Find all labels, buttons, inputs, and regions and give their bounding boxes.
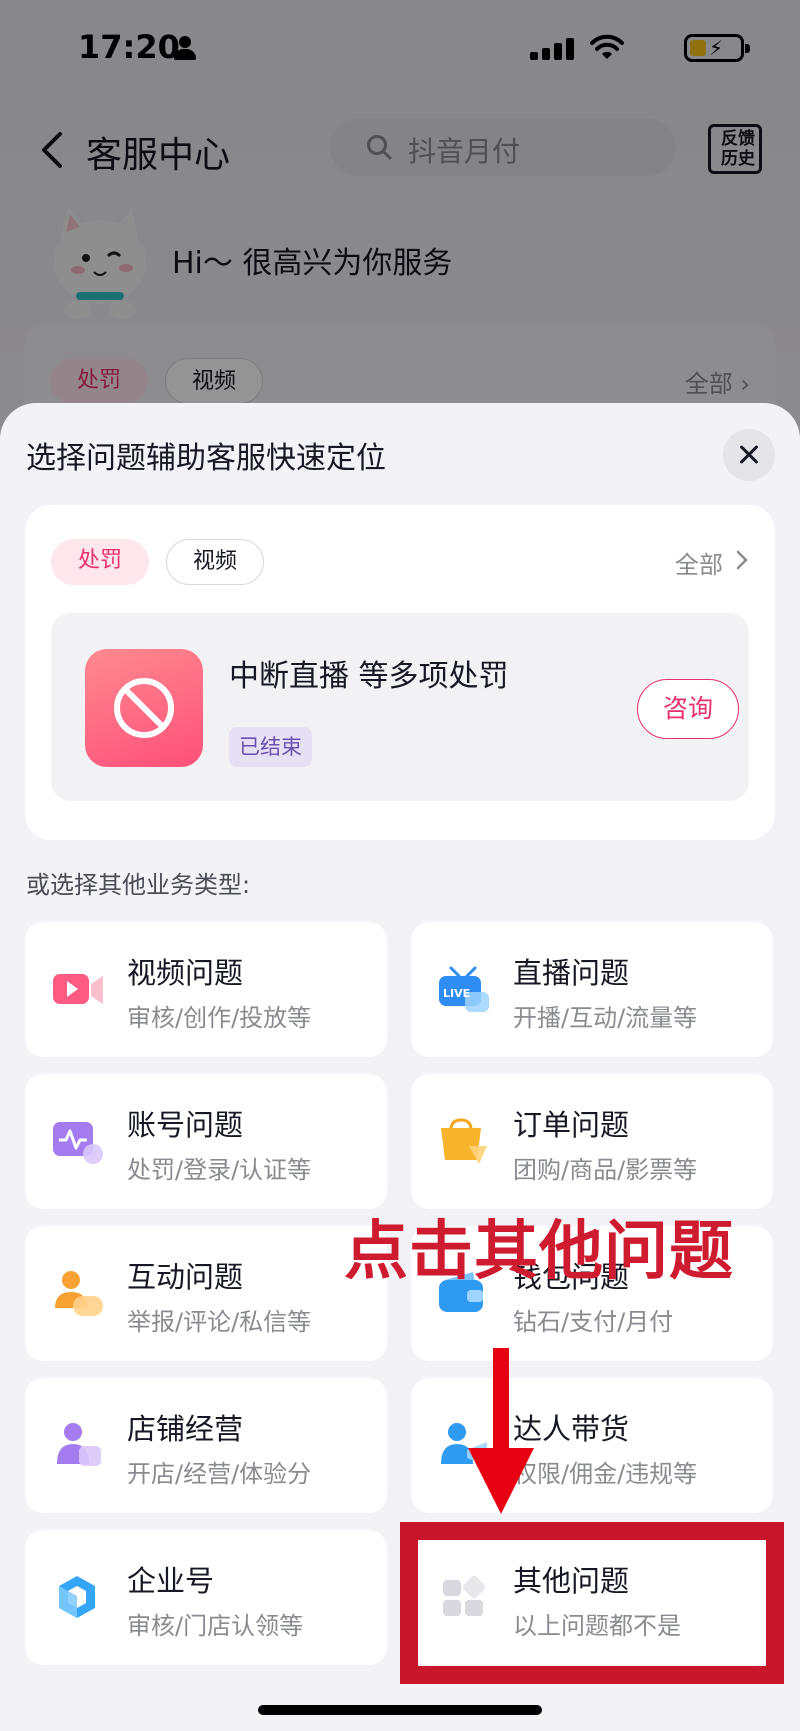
category-live[interactable]: LIVE 直播问题 开播/互动/流量等 — [411, 922, 773, 1057]
other-types-label: 或选择其他业务类型: — [26, 871, 251, 899]
category-title: 直播问题 — [513, 956, 630, 990]
close-button[interactable] — [723, 429, 775, 481]
interaction-icon — [55, 1271, 103, 1316]
annotation-text: 点击其他问题 — [344, 1215, 734, 1289]
live-icon: LIVE — [439, 966, 489, 1012]
category-title: 店铺经营 — [127, 1412, 244, 1446]
category-subtitle: 开店/经营/体验分 — [127, 1460, 312, 1488]
category-title: 订单问题 — [513, 1108, 630, 1142]
chip-video[interactable]: 视频 — [166, 539, 264, 585]
category-subtitle: 审核/门店认领等 — [127, 1612, 304, 1640]
category-subtitle: 开播/互动/流量等 — [513, 1004, 698, 1032]
chevron-right-icon[interactable] — [735, 549, 749, 571]
punish-card: 处罚 视频 全部 中断直播 等多项处罚 已结束 咨询 — [25, 505, 775, 840]
home-indicator — [258, 1705, 542, 1715]
account-icon — [53, 1122, 103, 1164]
category-subtitle: 举报/评论/私信等 — [127, 1308, 312, 1336]
category-title: 账号问题 — [127, 1108, 244, 1142]
category-account[interactable]: 账号问题 处罚/登录/认证等 — [25, 1074, 387, 1209]
category-store[interactable]: 店铺经营 开店/经营/体验分 — [25, 1378, 387, 1513]
annotation-highlight-box — [400, 1522, 784, 1684]
punish-item-title: 中断直播 等多项处罚 — [229, 659, 509, 694]
category-interaction[interactable]: 互动问题 举报/评论/私信等 — [25, 1226, 387, 1361]
consult-button[interactable]: 咨询 — [637, 679, 739, 739]
ban-icon — [85, 649, 203, 767]
category-subtitle: 处罚/登录/认证等 — [127, 1156, 312, 1184]
category-subtitle: 权限/佣金/违规等 — [513, 1460, 698, 1488]
status-badge: 已结束 — [229, 727, 312, 767]
sheet-title: 选择问题辅助客服快速定位 — [26, 441, 386, 476]
category-title: 企业号 — [127, 1564, 215, 1598]
store-icon — [57, 1423, 101, 1466]
category-video[interactable]: 视频问题 审核/创作/投放等 — [25, 922, 387, 1057]
category-subtitle: 审核/创作/投放等 — [127, 1004, 312, 1032]
shopping-bag-icon — [441, 1118, 487, 1164]
category-title: 互动问题 — [127, 1260, 244, 1294]
video-icon — [53, 974, 103, 1004]
svg-text:LIVE: LIVE — [443, 987, 470, 1000]
punish-item[interactable]: 中断直播 等多项处罚 已结束 咨询 — [51, 613, 749, 801]
all-link[interactable]: 全部 — [675, 545, 723, 580]
annotation-arrow-icon — [468, 1348, 534, 1514]
category-subtitle: 团购/商品/影票等 — [513, 1156, 698, 1184]
category-title: 视频问题 — [127, 956, 244, 990]
category-order[interactable]: 订单问题 团购/商品/影票等 — [411, 1074, 773, 1209]
enterprise-icon — [59, 1576, 95, 1618]
category-enterprise[interactable]: 企业号 审核/门店认领等 — [25, 1530, 387, 1665]
category-subtitle: 钻石/支付/月付 — [513, 1308, 674, 1336]
chip-punish[interactable]: 处罚 — [51, 539, 149, 585]
